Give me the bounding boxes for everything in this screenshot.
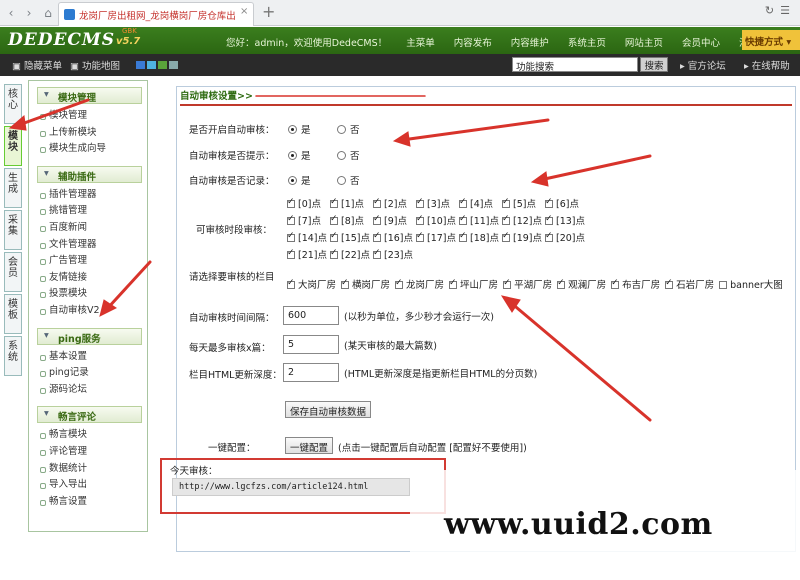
arrow-head-icon [392,131,411,147]
annotation-arrows [8,95,652,422]
arrow-head-icon [530,171,549,187]
arrow [400,118,550,142]
arrow [508,300,652,422]
arrow [14,98,90,128]
screenshot: ‹ › ⌂ 龙岗厂房出租网_龙岗横岗厂房仓库出 × + ↻☰ DEDECMS v… [0,0,800,580]
arrow-head-icon [8,115,27,131]
arrow [104,260,152,312]
arrow [538,154,652,182]
